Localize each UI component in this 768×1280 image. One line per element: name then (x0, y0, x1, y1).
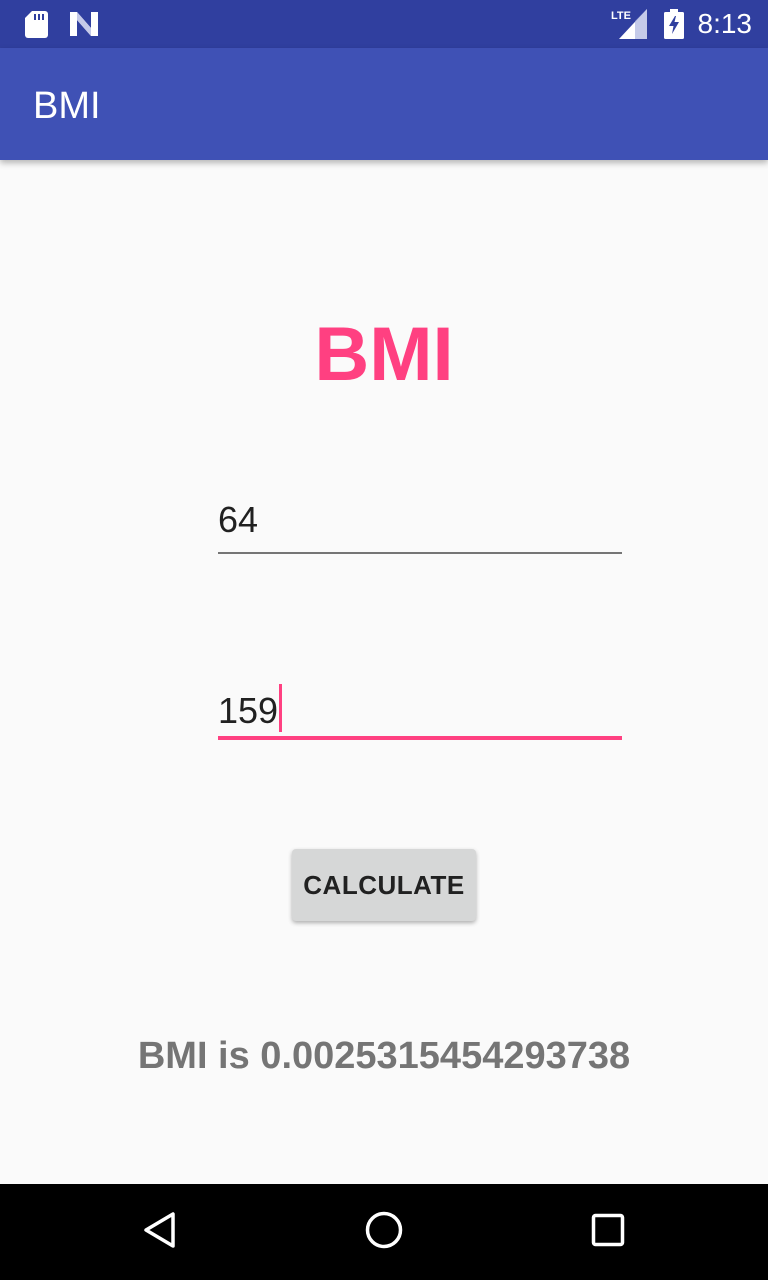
back-button[interactable] (124, 1196, 196, 1268)
lte-signal-icon: LTE (611, 9, 647, 44)
text-cursor (279, 684, 283, 732)
calculate-button[interactable]: CALCULATE (292, 849, 476, 921)
battery-charging-icon (664, 9, 684, 44)
svg-text:LTE: LTE (611, 10, 631, 22)
height-field-underline (218, 736, 622, 740)
back-icon (140, 1210, 180, 1255)
navigation-bar (0, 1184, 768, 1280)
recents-button[interactable] (572, 1196, 644, 1268)
status-time: 8:13 (697, 8, 753, 39)
app-bar: BMI (0, 48, 768, 160)
app-title: BMI (33, 85, 101, 127)
height-input-wrap[interactable]: 159 (218, 684, 283, 733)
weight-input[interactable]: 64 (218, 498, 258, 542)
height-input[interactable]: 159 (218, 690, 278, 731)
n-notification-icon (70, 12, 98, 41)
weight-field[interactable]: 64 (218, 494, 622, 554)
sd-card-icon (25, 11, 48, 43)
home-icon (364, 1210, 404, 1255)
home-button[interactable] (348, 1196, 420, 1268)
weight-field-underline (218, 552, 622, 554)
status-bar: LTE 8:13 (0, 0, 768, 48)
height-field[interactable]: 159 (218, 680, 622, 740)
recents-icon (588, 1210, 628, 1255)
bmi-result: BMI is 0.0025315454293738 (137, 1035, 631, 1077)
page-title: BMI (314, 312, 454, 397)
main-content: BMI 64 159 CALCULATE BMI is 0.0025315454… (0, 160, 768, 1184)
